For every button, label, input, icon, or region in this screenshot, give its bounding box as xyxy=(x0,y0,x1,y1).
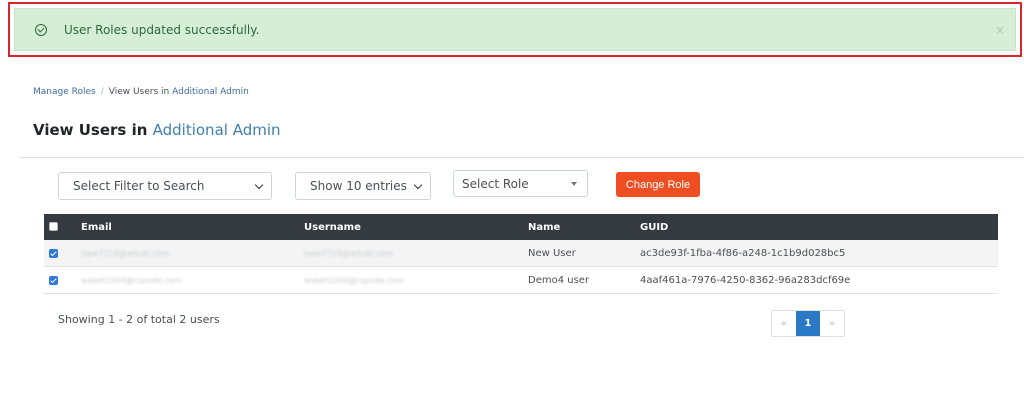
row-checkbox[interactable] xyxy=(49,276,58,285)
name-cell: Demo4 user xyxy=(528,274,590,286)
pagination: « 1 » xyxy=(771,310,845,337)
table-row: lope7710@artubi.com lope7710@artubi.com … xyxy=(44,240,998,267)
role-value: Select Role xyxy=(462,176,529,191)
name-cell: New User xyxy=(528,247,576,259)
pagination-next[interactable]: » xyxy=(820,311,844,336)
page-title-prefix: View Users in xyxy=(33,121,148,139)
breadcrumb-manage-roles-link[interactable]: Manage Roles xyxy=(33,87,96,97)
change-role-button[interactable]: Change Role xyxy=(616,172,700,197)
close-icon[interactable]: × xyxy=(995,23,1005,37)
results-summary: Showing 1 - 2 of total 2 users xyxy=(58,313,220,326)
entries-value: Show 10 entries xyxy=(310,179,407,193)
column-header-name: Name xyxy=(528,221,561,233)
guid-cell: ac3de93f-1fba-4f86-a248-1c1b9d028bc5 xyxy=(640,247,846,259)
role-select[interactable]: Select Role xyxy=(453,170,588,197)
column-header-email: Email xyxy=(81,221,112,233)
pagination-prev[interactable]: « xyxy=(772,311,796,336)
users-table: Email Username Name GUID lope7710@artubi… xyxy=(44,214,998,294)
entries-select[interactable]: Show 10 entries xyxy=(295,172,431,200)
guid-cell: 4aaf461a-7976-4250-8362-96a283dcf69e xyxy=(640,274,851,286)
pagination-page-1[interactable]: 1 xyxy=(796,311,820,336)
table-row: waket1034@rupude.com waket1034@rupude.co… xyxy=(44,267,998,294)
column-header-guid: GUID xyxy=(640,221,669,233)
page-title: View Users in Additional Admin xyxy=(33,121,281,139)
alert-highlight-frame: User Roles updated successfully. × xyxy=(8,2,1022,57)
alert-message: User Roles updated successfully. xyxy=(64,22,260,37)
search-filter-value: Select Filter to Search xyxy=(73,179,205,193)
breadcrumb: Manage Roles / View Users in Additional Ad… xyxy=(33,87,249,97)
email-cell: waket1034@rupude.com xyxy=(81,275,182,285)
column-header-username: Username xyxy=(304,221,361,233)
select-all-checkbox[interactable] xyxy=(49,222,58,231)
caret-down-icon xyxy=(571,182,577,186)
username-cell: lope7710@artubi.com xyxy=(304,248,393,258)
breadcrumb-current-role: Additional Admin xyxy=(172,87,249,97)
divider xyxy=(20,157,1024,158)
chevron-down-icon xyxy=(254,180,264,190)
success-alert: User Roles updated successfully. × xyxy=(14,8,1016,51)
table-header: Email Username Name GUID xyxy=(44,214,998,240)
username-cell: waket1034@rupude.com xyxy=(304,275,405,285)
search-filter-select[interactable]: Select Filter to Search xyxy=(58,172,272,200)
email-cell: lope7710@artubi.com xyxy=(81,248,170,258)
check-circle-icon xyxy=(35,23,47,36)
breadcrumb-separator: / xyxy=(100,87,104,97)
chevron-down-icon xyxy=(413,180,423,190)
breadcrumb-current-prefix: View Users in xyxy=(108,87,170,97)
page-title-role: Additional Admin xyxy=(152,121,281,139)
row-checkbox[interactable] xyxy=(49,249,58,258)
